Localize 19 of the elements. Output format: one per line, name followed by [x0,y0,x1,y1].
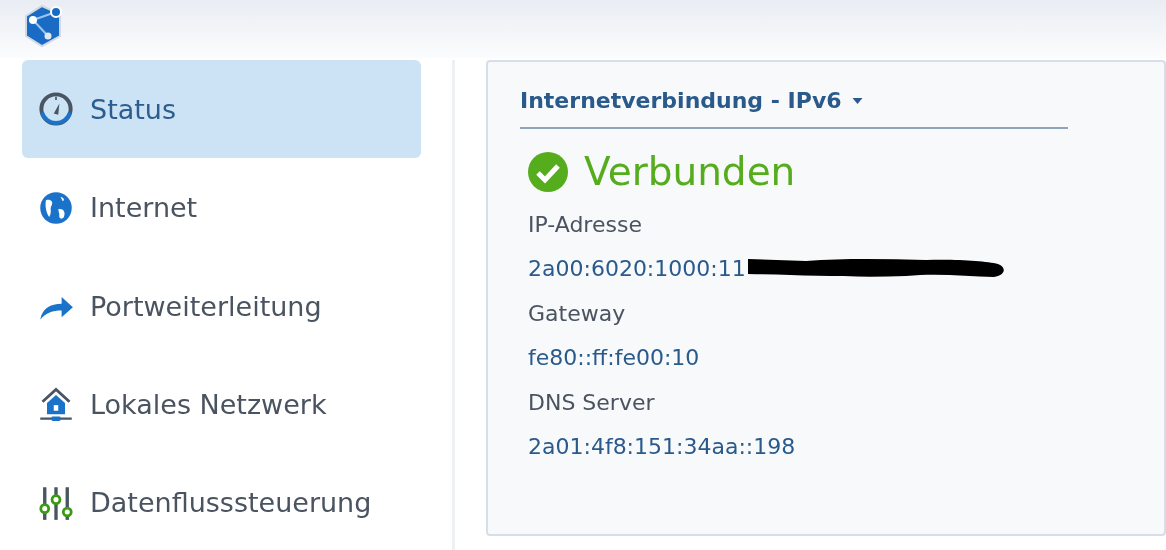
sidebar-item[interactable]: Internet [22,158,422,257]
sidebar-item[interactable]: Datenflusssteuerung [22,453,422,550]
connection-dropdown[interactable]: Internetverbindung - IPv6 [520,88,1068,129]
field-value: 2a01:4f8:151:34aa::198 [528,433,796,459]
field-label: Gateway [528,301,627,326]
sliders-icon [38,484,74,521]
house-network-icon [38,386,74,423]
sidebar-item[interactable]: Lokales Netzwerk [22,355,422,454]
field-label: IP-Adresse [528,212,643,237]
field-value: fe80::ff:fe00:10 [528,344,700,370]
sidebar-item[interactable]: Status [22,60,422,159]
sidebar-item[interactable]: Portweiterleitung [22,256,422,356]
gauge-icon [38,91,74,128]
check-circle-icon [528,151,568,192]
field-label: DNS Server [528,390,656,415]
globe-icon [38,189,74,226]
status-text: Verbunden [584,149,796,194]
field-value: 2a00:6020:1000:11 [528,255,746,281]
caret-icon [851,97,863,104]
